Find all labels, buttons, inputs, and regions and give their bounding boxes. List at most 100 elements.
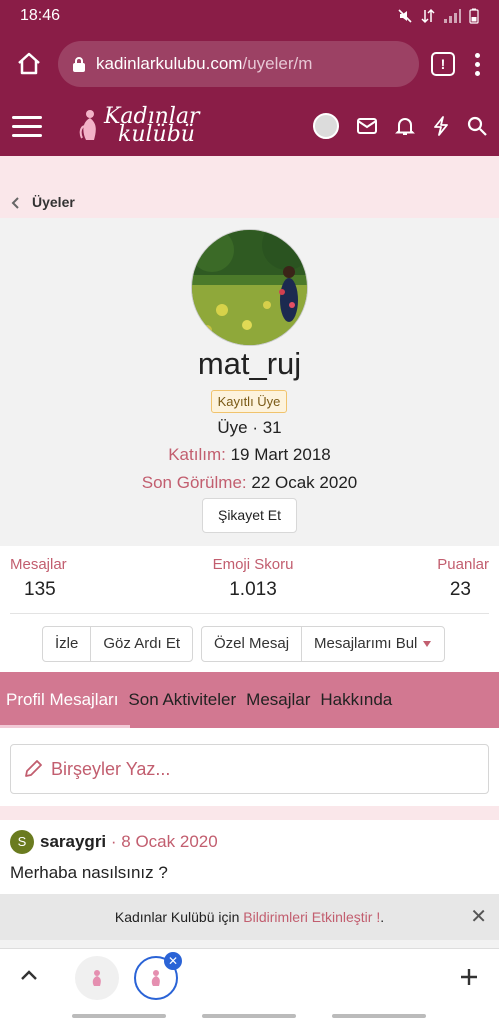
- caret-down-icon: [422, 641, 431, 647]
- dot-icon: [474, 61, 480, 67]
- message-group: Özel Mesaj Mesajlarımı Bul: [201, 626, 445, 662]
- lock-icon: [73, 57, 85, 72]
- profile-stats: Mesajlar 135 Emoji Skoru 1.013 Puanlar 2…: [0, 546, 499, 614]
- profile-tabs: Profil Mesajları Son Aktiviteler Mesajla…: [0, 672, 499, 728]
- home-button[interactable]: [12, 47, 46, 81]
- header-icons: [313, 113, 487, 139]
- message-avatar[interactable]: S: [10, 830, 34, 854]
- breadcrumb[interactable]: Üyeler: [0, 156, 499, 218]
- last-seen-line: Son Görülme: 22 Ocak 2020: [0, 473, 499, 493]
- home-icon: [18, 52, 40, 75]
- site-logo[interactable]: Kadınlar kulübü: [78, 106, 200, 147]
- chevron-up-icon[interactable]: [20, 969, 38, 981]
- stat-label: Puanlar: [437, 556, 489, 573]
- mute-icon: [398, 9, 412, 23]
- signal-icon: [444, 9, 461, 23]
- dot-icon: [474, 52, 480, 58]
- logo-line2: kulübü: [118, 122, 195, 147]
- data-icon: [421, 8, 435, 24]
- bell-icon[interactable]: [395, 116, 415, 136]
- role-line: Üye · 31: [217, 418, 282, 437]
- status-time: 18:46: [20, 7, 61, 24]
- stat-value: 135: [24, 579, 56, 600]
- url-path: /uyeler/m: [242, 54, 313, 73]
- joined-label: Katılım:: [168, 445, 226, 464]
- profile-post-input[interactable]: Birşeyler Yaz...: [10, 744, 489, 794]
- close-icon[interactable]: ✕: [470, 894, 487, 940]
- message-header: saraygri · 8 Ocak 2020: [40, 832, 218, 852]
- find-messages-label: Mesajlarımı Bul: [314, 635, 418, 652]
- logo-figure-icon: [79, 110, 96, 140]
- last-seen-value: 22 Ocak 2020: [251, 473, 358, 492]
- nav-recents[interactable]: [332, 1014, 426, 1018]
- close-tab-icon[interactable]: ✕: [164, 952, 182, 970]
- url-text: kadinlarkulubu.com/uyeler/m: [96, 54, 312, 74]
- search-icon[interactable]: [467, 116, 487, 136]
- browser-tab-strip: ✕: [0, 948, 499, 1006]
- browser-toolbar: kadinlarkulubu.com/uyeler/m !: [0, 32, 499, 96]
- battery-icon: [469, 8, 479, 24]
- url-bar[interactable]: kadinlarkulubu.com/uyeler/m: [58, 41, 419, 87]
- pencil-icon: [25, 760, 42, 777]
- bolt-icon[interactable]: [433, 116, 449, 136]
- profile-avatar[interactable]: [191, 229, 308, 346]
- stat-value: 23: [449, 579, 471, 600]
- joined-line: Katılım: 19 Mart 2018: [0, 445, 499, 465]
- logo-text: Kadınlar kulübü: [104, 106, 200, 147]
- joined-value: 19 Mart 2018: [230, 445, 331, 464]
- url-domain: kadinlarkulubu.com: [96, 54, 243, 73]
- plus-icon[interactable]: [459, 967, 479, 987]
- message-date[interactable]: 8 Ocak 2020: [121, 832, 217, 851]
- private-message-button[interactable]: Özel Mesaj: [202, 627, 303, 661]
- message-text: Merhaba nasılsınız ?: [10, 863, 168, 882]
- user-title-badge: Kayıtlı Üye: [211, 390, 287, 413]
- message-separator: ·: [106, 832, 122, 851]
- status-bar: 18:46: [0, 0, 499, 32]
- last-seen-label: Son Görülme:: [141, 473, 247, 492]
- profile-username: mat_ruj: [197, 346, 302, 381]
- stat-emoji-score: Emoji Skoru 1.013: [190, 556, 316, 601]
- ignore-button[interactable]: Göz Ardı Et: [91, 627, 192, 661]
- breadcrumb-label[interactable]: Üyeler: [32, 194, 75, 210]
- enable-notifications-link[interactable]: Bildirimleri Etkinleştir !: [243, 909, 380, 925]
- follow-ignore-group: İzle Göz Ardı Et: [42, 626, 194, 662]
- hamburger-menu-icon[interactable]: [12, 115, 42, 137]
- mail-icon[interactable]: [357, 118, 377, 134]
- tab-thumbnail[interactable]: [75, 956, 119, 1000]
- profile-card: mat_ruj Kayıtlı Üye Üye · 31 Katılım: 19…: [0, 218, 499, 546]
- status-icons: [397, 8, 479, 24]
- compose-area: Birşeyler Yaz...: [0, 728, 499, 806]
- site-favicon-icon: [92, 970, 101, 986]
- chevron-left-icon: [11, 197, 19, 209]
- profile-photo-image: [192, 230, 307, 345]
- notice-suffix: .: [380, 909, 385, 925]
- tab-about[interactable]: Hakkında: [320, 690, 392, 710]
- tabs-button[interactable]: !: [431, 52, 455, 76]
- tab-messages[interactable]: Mesajlar: [246, 690, 310, 710]
- find-messages-dropdown[interactable]: Mesajlarımı Bul: [302, 627, 444, 661]
- tab-thumbnail-active[interactable]: ✕: [134, 952, 182, 1000]
- stat-points[interactable]: Puanlar 23: [437, 556, 489, 601]
- stat-label: Mesajlar: [10, 556, 67, 573]
- site-header: Kadınlar kulübü: [0, 96, 499, 156]
- tab-recent-activity[interactable]: Son Aktiviteler: [128, 690, 236, 710]
- stat-messages[interactable]: Mesajlar 135: [10, 556, 67, 601]
- report-button[interactable]: Şikayet Et: [202, 498, 297, 533]
- message-username[interactable]: saraygri: [40, 832, 106, 851]
- notice-prefix: Kadınlar Kulübü için: [114, 909, 244, 925]
- dot-icon: [474, 70, 480, 76]
- stat-label: Emoji Skoru: [212, 556, 294, 573]
- system-nav-bar: [0, 1006, 499, 1024]
- site-favicon-icon: [151, 970, 160, 986]
- tab-profile-messages[interactable]: Profil Mesajları: [6, 690, 118, 710]
- watch-button[interactable]: İzle: [43, 627, 92, 661]
- nav-home[interactable]: [202, 1014, 296, 1018]
- browser-menu-button[interactable]: [467, 52, 487, 76]
- push-notice-bar: Kadınlar Kulübü için Bildirimleri Etkinl…: [0, 894, 499, 940]
- nav-back[interactable]: [72, 1014, 166, 1018]
- stat-value: 1.013: [229, 579, 277, 600]
- profile-actions: İzle Göz Ardı Et Özel Mesaj Mesajlarımı …: [0, 614, 499, 672]
- user-avatar[interactable]: [313, 113, 339, 139]
- compose-placeholder: Birşeyler Yaz...: [51, 758, 171, 779]
- section-separator: [0, 806, 499, 820]
